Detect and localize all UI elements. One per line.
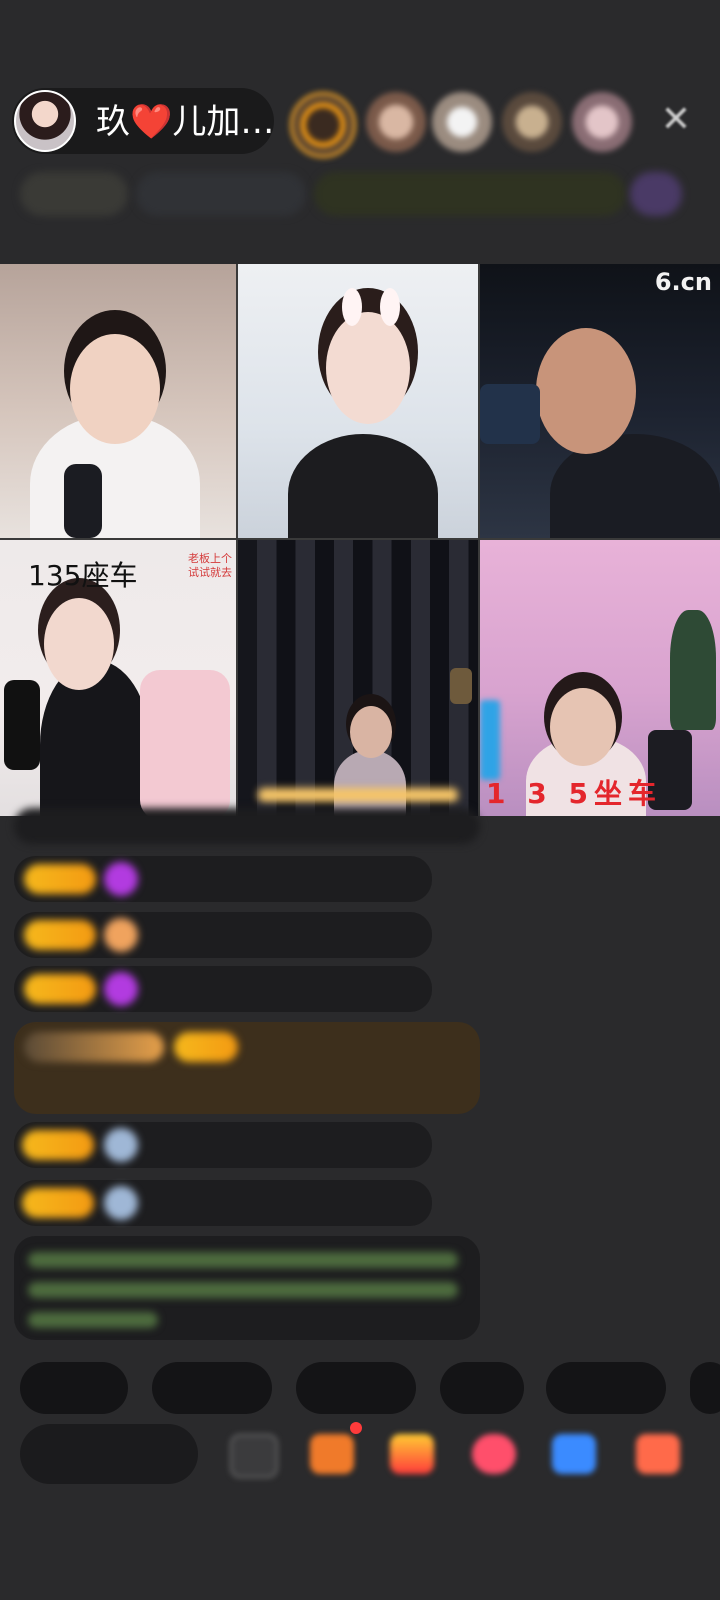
level-badge: [22, 1130, 94, 1160]
quick-reply-button[interactable]: [152, 1362, 272, 1414]
chat-message[interactable]: [14, 856, 432, 902]
quick-reply-button[interactable]: [440, 1362, 524, 1414]
notification-dot: [350, 1422, 362, 1434]
system-notice: [14, 1236, 480, 1340]
video-tile[interactable]: [238, 540, 478, 816]
hot-rank-tag[interactable]: [20, 172, 128, 216]
close-icon[interactable]: ✕: [656, 100, 696, 140]
diamond-icon: [104, 972, 138, 1006]
more-tag[interactable]: [630, 172, 682, 216]
video-tile[interactable]: 6.cn: [480, 264, 720, 538]
host-avatar[interactable]: [14, 90, 76, 152]
video-tile[interactable]: [238, 264, 478, 538]
viewer-avatar[interactable]: [502, 92, 562, 152]
chat-message[interactable]: [14, 1122, 432, 1168]
gift-icon[interactable]: [390, 1434, 434, 1474]
chat-message-highlight[interactable]: [14, 1022, 480, 1114]
platform-watermark: 6.cn: [654, 268, 712, 296]
host-name[interactable]: 玖❤️儿加…: [96, 100, 274, 144]
video-tile[interactable]: [0, 264, 236, 538]
diamond-icon: [104, 862, 138, 896]
task-banner[interactable]: [314, 172, 626, 216]
quick-reply-button[interactable]: [20, 1362, 128, 1414]
level-badge: [24, 920, 96, 950]
level-badge: [174, 1032, 238, 1062]
multi-guest-video-grid: 6.cn 135座车 老板上个 试试就去 1 3 5坐车: [0, 264, 720, 816]
viewer-avatar[interactable]: [432, 92, 492, 152]
quick-reply-button[interactable]: [296, 1362, 416, 1414]
vip-badge: [24, 1032, 164, 1062]
more-icon[interactable]: [636, 1434, 680, 1474]
level-badge: [24, 864, 96, 894]
fans-tag[interactable]: [136, 172, 306, 216]
quick-reply-button[interactable]: [690, 1362, 720, 1414]
tile-caption: 135座车: [28, 559, 138, 592]
viewer-avatar[interactable]: [290, 92, 356, 158]
chat-message[interactable]: [14, 912, 432, 958]
tile-side-note: 老板上个 试试就去: [188, 552, 232, 579]
video-tile[interactable]: 135座车 老板上个 试试就去: [0, 540, 236, 816]
chat-message[interactable]: [14, 966, 432, 1012]
chat-message[interactable]: [14, 808, 480, 844]
quick-reply-button[interactable]: [546, 1362, 666, 1414]
viewer-avatar[interactable]: [366, 92, 426, 152]
video-tile[interactable]: 1 3 5坐车: [480, 540, 720, 816]
gift-box-icon[interactable]: [310, 1434, 354, 1474]
level-badge: [24, 974, 96, 1004]
fan-icon: [104, 918, 138, 952]
tile-caption: 1 3 5坐车: [486, 777, 662, 810]
chat-input[interactable]: [20, 1424, 198, 1484]
chat-message[interactable]: [14, 1180, 432, 1226]
user-avatar: [104, 1186, 138, 1220]
viewer-avatar[interactable]: [572, 92, 632, 152]
user-avatar: [104, 1128, 138, 1162]
heart-icon[interactable]: [472, 1434, 516, 1474]
emoji-icon[interactable]: [230, 1434, 278, 1478]
game-icon[interactable]: [552, 1434, 596, 1474]
level-badge: [22, 1188, 94, 1218]
